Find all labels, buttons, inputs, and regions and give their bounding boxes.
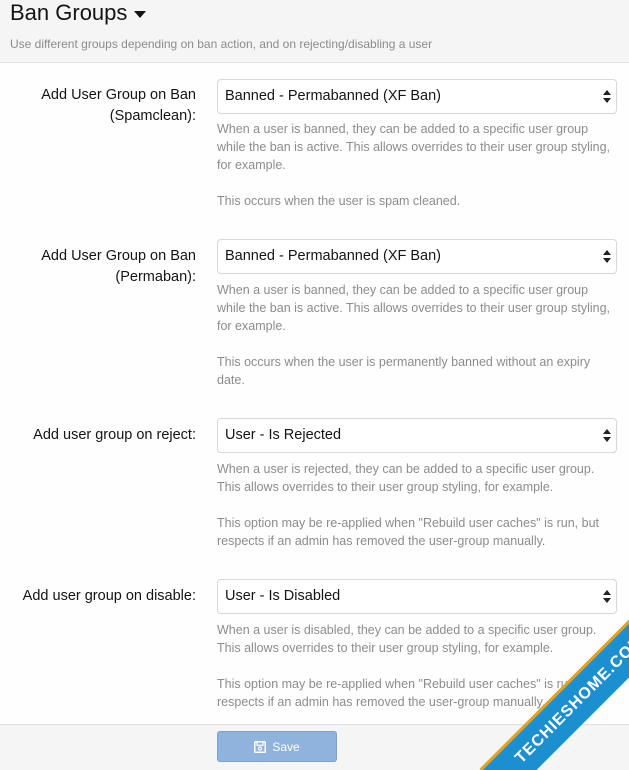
save-button-label: Save: [272, 739, 300, 754]
section-title: Ban Groups: [10, 0, 128, 25]
caret-down-icon: [134, 10, 147, 18]
save-button[interactable]: Save: [217, 731, 337, 762]
option-label-line: Add User Group on Ban: [41, 248, 196, 264]
select-value: Banned - Permabanned (XF Ban): [225, 248, 442, 264]
option-help: When a user is rejected, they can be add…: [217, 460, 617, 550]
select-value: Banned - Permabanned (XF Ban): [225, 88, 442, 104]
section-title-toggle[interactable]: Ban Groups: [10, 0, 147, 26]
select-value: User - Is Disabled: [225, 588, 341, 604]
option-label-line: (Spamclean):: [109, 108, 196, 124]
select-arrows-icon: [603, 89, 611, 104]
reject-group-select[interactable]: User - Is Rejected: [217, 418, 617, 453]
option-label-line: Add User Group on Ban: [41, 87, 196, 103]
watermark-band: TECHIESHOME.COM: [479, 610, 629, 770]
select-value: User - Is Rejected: [225, 427, 342, 443]
disable-group-select[interactable]: User - Is Disabled: [217, 579, 617, 614]
help-text: When a user is banned, they can be added…: [217, 122, 611, 172]
section-header: Ban Groups Use different groups dependin…: [0, 0, 629, 63]
option-help: When a user is banned, they can be added…: [217, 281, 617, 389]
option-label: Add User Group on Ban (Spamclean):: [6, 85, 196, 127]
option-label-line: Add user group on reject:: [33, 427, 196, 443]
select-arrows-icon: [603, 249, 611, 264]
option-label-line: (Permaban):: [115, 269, 196, 285]
section-description: Use different groups depending on ban ac…: [10, 37, 433, 51]
option-label: Add user group on disable:: [0, 586, 196, 607]
save-icon: [254, 740, 267, 753]
option-help: When a user is banned, they can be added…: [217, 120, 617, 210]
help-note: This occurs when the user is spam cleane…: [217, 194, 461, 208]
option-label: Add user group on reject:: [0, 425, 196, 446]
option-label: Add User Group on Ban (Permaban):: [6, 246, 196, 288]
help-note: This option may be re-applied when "Rebu…: [217, 516, 599, 548]
select-arrows-icon: [603, 589, 611, 604]
option-label-line: Add user group on disable:: [22, 588, 196, 604]
spamclean-group-select[interactable]: Banned - Permabanned (XF Ban): [217, 79, 617, 114]
help-text: When a user is rejected, they can be add…: [217, 462, 595, 494]
watermark: TECHIESHOME.COM: [469, 610, 629, 770]
permaban-group-select[interactable]: Banned - Permabanned (XF Ban): [217, 239, 617, 274]
help-text: When a user is banned, they can be added…: [217, 283, 611, 333]
help-note: This occurs when the user is permanently…: [217, 355, 591, 387]
select-arrows-icon: [603, 428, 611, 443]
